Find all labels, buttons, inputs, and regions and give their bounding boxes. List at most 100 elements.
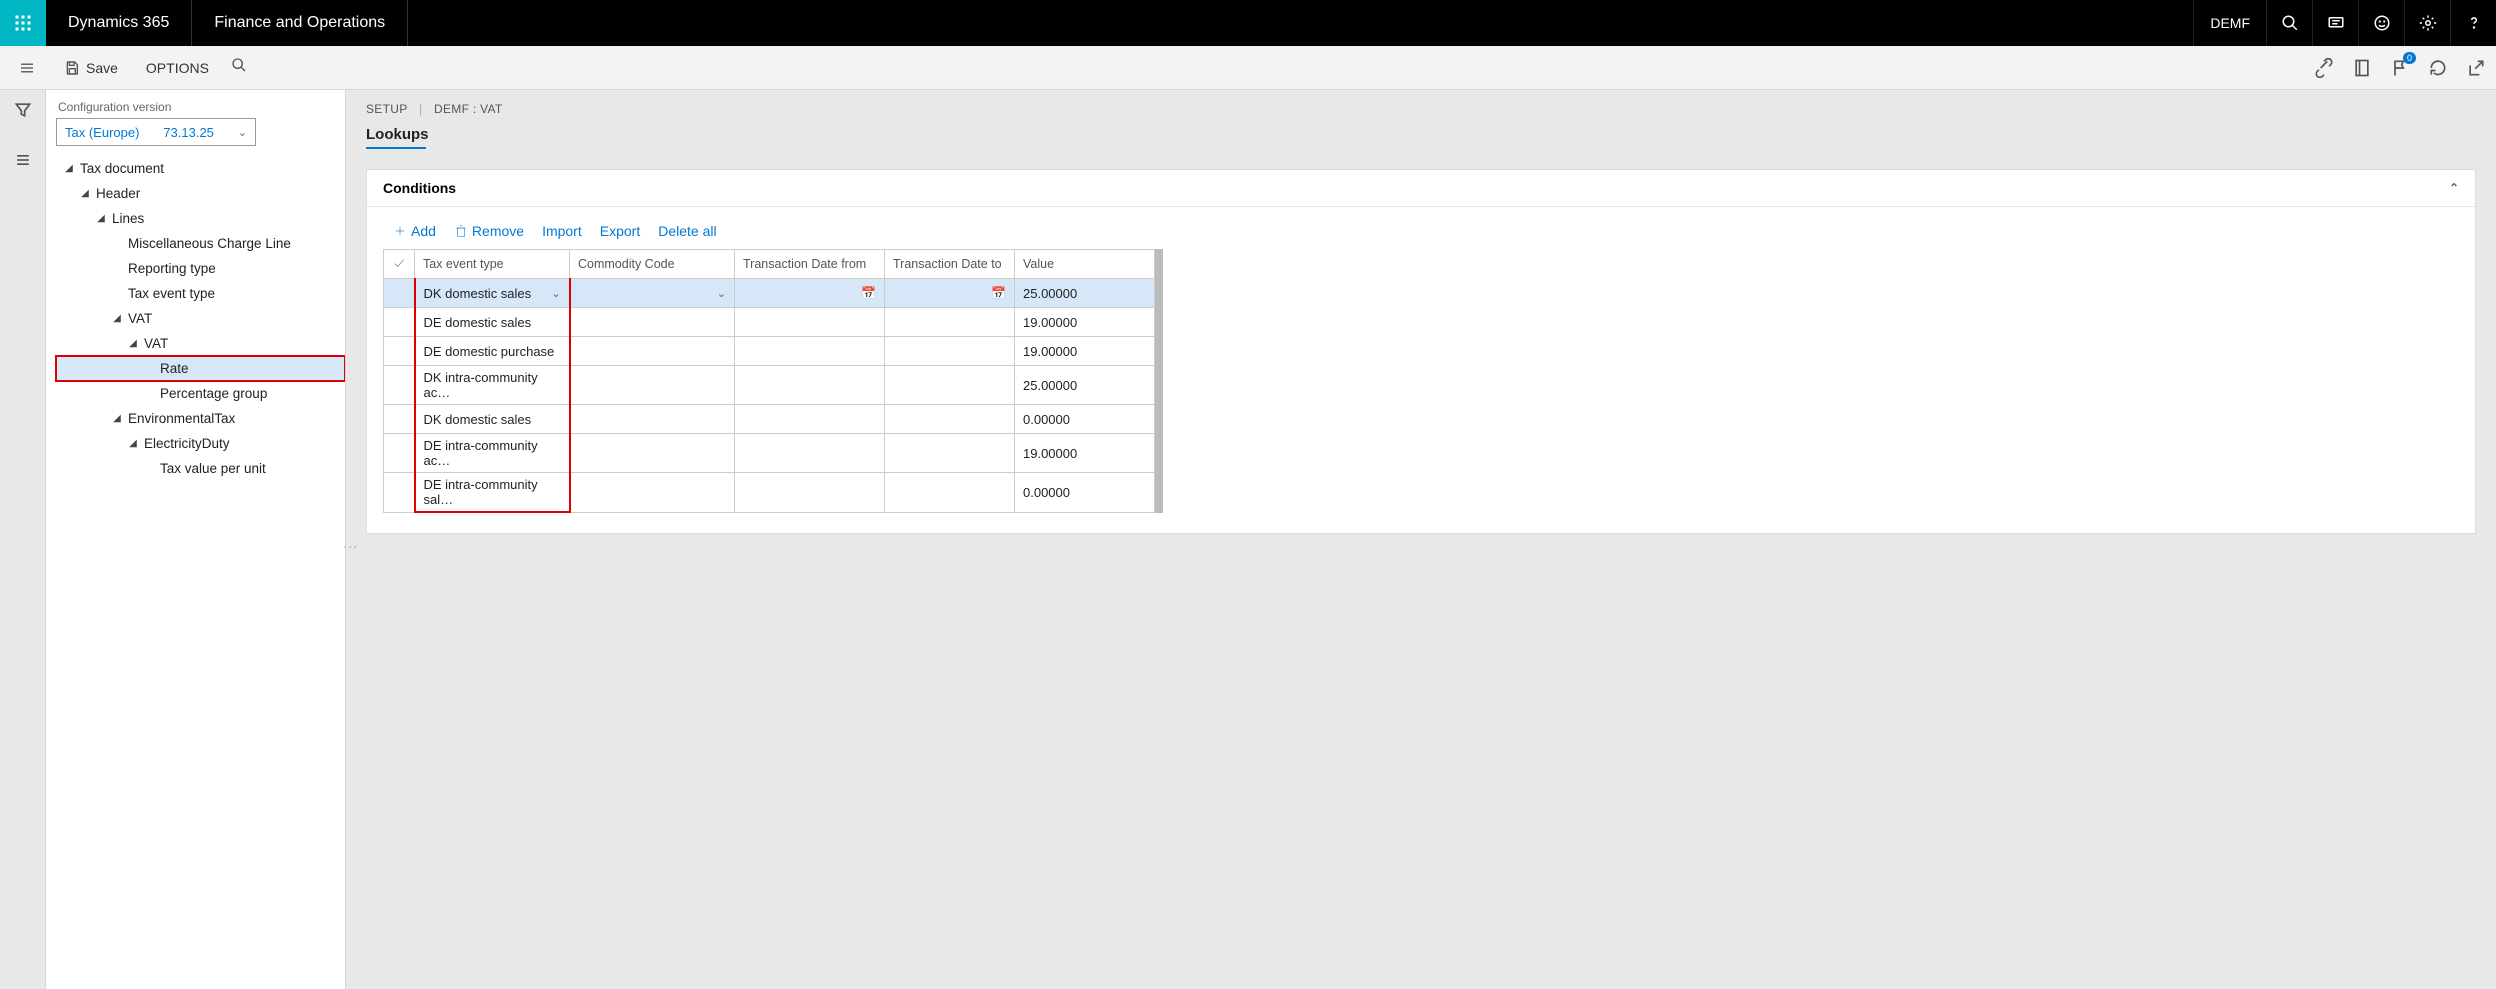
messages-button[interactable] [2312,0,2358,46]
select-all-header[interactable] [384,250,415,279]
col-tax-event-type[interactable]: Tax event type [415,250,570,279]
cell-tax-event-type[interactable]: DK domestic sales⌄ [415,279,570,308]
cell-date-to[interactable] [885,473,1015,513]
col-date-from[interactable]: Transaction Date from [735,250,885,279]
tree-header[interactable]: ◢Header [56,181,345,206]
cell-tax-event-type[interactable]: DE domestic sales [415,308,570,337]
cell-date-to[interactable] [885,308,1015,337]
cell-commodity-code[interactable] [570,473,735,513]
cell-commodity-code[interactable] [570,308,735,337]
cell-commodity-code[interactable] [570,405,735,434]
export-label: Export [600,223,640,239]
filter-button[interactable] [13,100,33,120]
table-row[interactable]: DE intra-community ac… 19.00000 [384,434,1155,473]
export-button[interactable]: Export [600,223,640,239]
cell-date-from[interactable] [735,337,885,366]
table-row[interactable]: DE intra-community sal… 0.00000 [384,473,1155,513]
table-row[interactable]: DE domestic sales 19.00000 [384,308,1155,337]
col-value[interactable]: Value [1015,250,1155,279]
notifications-button[interactable]: 0 [2390,58,2410,78]
tree-tax-document[interactable]: ◢Tax document [56,156,345,181]
delete-all-button[interactable]: Delete all [658,223,716,239]
table-row[interactable]: DK domestic sales 0.00000 [384,405,1155,434]
settings-button[interactable] [2404,0,2450,46]
col-commodity-code[interactable]: Commodity Code [570,250,735,279]
cell-value[interactable]: 19.00000 [1015,308,1155,337]
help-button[interactable] [2450,0,2496,46]
cell-value[interactable]: 19.00000 [1015,337,1155,366]
cell-tax-event-type[interactable]: DK domestic sales [415,405,570,434]
action-search-button[interactable] [231,57,247,78]
cell-tax-event-type[interactable]: DE intra-community sal… [415,473,570,513]
attachments-indicator[interactable] [2314,58,2334,78]
row-selector[interactable] [384,434,415,473]
tree-pct-group[interactable]: Percentage group [56,381,345,406]
options-button[interactable]: OPTIONS [134,56,221,80]
cell-date-from[interactable] [735,366,885,405]
bc-setup[interactable]: SETUP [366,102,407,116]
add-button[interactable]: Add [393,223,436,239]
col-date-to[interactable]: Transaction Date to [885,250,1015,279]
office-button[interactable] [2352,58,2372,78]
cell-commodity-code[interactable]: ⌄ [570,279,735,308]
cell-value[interactable]: 0.00000 [1015,405,1155,434]
remove-button[interactable]: Remove [454,223,524,239]
cell-date-to[interactable] [885,405,1015,434]
tree-vat-inner[interactable]: ◢VAT [56,331,345,356]
product-name[interactable]: Dynamics 365 [46,14,191,32]
tree-reporting-type[interactable]: Reporting type [56,256,345,281]
tree-tax-event-type[interactable]: Tax event type [56,281,345,306]
app-launcher[interactable] [0,0,46,46]
cell-date-from[interactable] [735,434,885,473]
hamburger-button[interactable] [12,46,42,90]
cell-date-to[interactable] [885,337,1015,366]
refresh-button[interactable] [2428,58,2448,78]
cell-value[interactable]: 25.00000 [1015,279,1155,308]
row-selector[interactable] [384,473,415,513]
tree-label: VAT [144,336,168,351]
panel-header[interactable]: Conditions ⌃ [367,170,2475,207]
resize-handle[interactable]: ⋮ [343,540,359,554]
cell-date-to[interactable] [885,434,1015,473]
table-row[interactable]: DK intra-community ac… 25.00000 [384,366,1155,405]
tree-rate[interactable]: Rate [56,356,345,381]
cell-tax-event-type[interactable]: DK intra-community ac… [415,366,570,405]
company-picker[interactable]: DEMF [2193,0,2266,46]
import-button[interactable]: Import [542,223,582,239]
tree-misc[interactable]: Miscellaneous Charge Line [56,231,345,256]
cell-value[interactable]: 0.00000 [1015,473,1155,513]
cell-tax-event-type[interactable]: DE domestic purchase [415,337,570,366]
feedback-button[interactable] [2358,0,2404,46]
cell-commodity-code[interactable] [570,337,735,366]
cell-date-from[interactable] [735,308,885,337]
tree-vat[interactable]: ◢VAT [56,306,345,331]
config-version-select[interactable]: Tax (Europe) 73.13.25 ⌄ [56,118,256,146]
cell-commodity-code[interactable] [570,366,735,405]
cell-tax-event-type[interactable]: DE intra-community ac… [415,434,570,473]
search-button[interactable] [2266,0,2312,46]
module-name[interactable]: Finance and Operations [192,14,407,32]
tree-lines[interactable]: ◢Lines [56,206,345,231]
tree-elec-duty[interactable]: ◢ElectricityDuty [56,431,345,456]
popout-button[interactable] [2466,58,2486,78]
save-button[interactable]: Save [56,56,126,80]
cell-date-from[interactable] [735,405,885,434]
row-selector[interactable] [384,308,415,337]
cell-date-to[interactable] [885,366,1015,405]
row-selector[interactable] [384,337,415,366]
row-selector[interactable] [384,279,415,308]
related-button[interactable] [13,150,33,170]
cell-value[interactable]: 25.00000 [1015,366,1155,405]
tree-env-tax[interactable]: ◢EnvironmentalTax [56,406,345,431]
cell-date-from[interactable]: 📅 [735,279,885,308]
grid-scrollbar[interactable] [1155,249,1163,513]
table-row[interactable]: DE domestic purchase 19.00000 [384,337,1155,366]
cell-commodity-code[interactable] [570,434,735,473]
table-row[interactable]: DK domestic sales⌄⌄📅📅25.00000 [384,279,1155,308]
row-selector[interactable] [384,405,415,434]
cell-value[interactable]: 19.00000 [1015,434,1155,473]
row-selector[interactable] [384,366,415,405]
cell-date-from[interactable] [735,473,885,513]
cell-date-to[interactable]: 📅 [885,279,1015,308]
tree-tax-val-unit[interactable]: Tax value per unit [56,456,345,481]
